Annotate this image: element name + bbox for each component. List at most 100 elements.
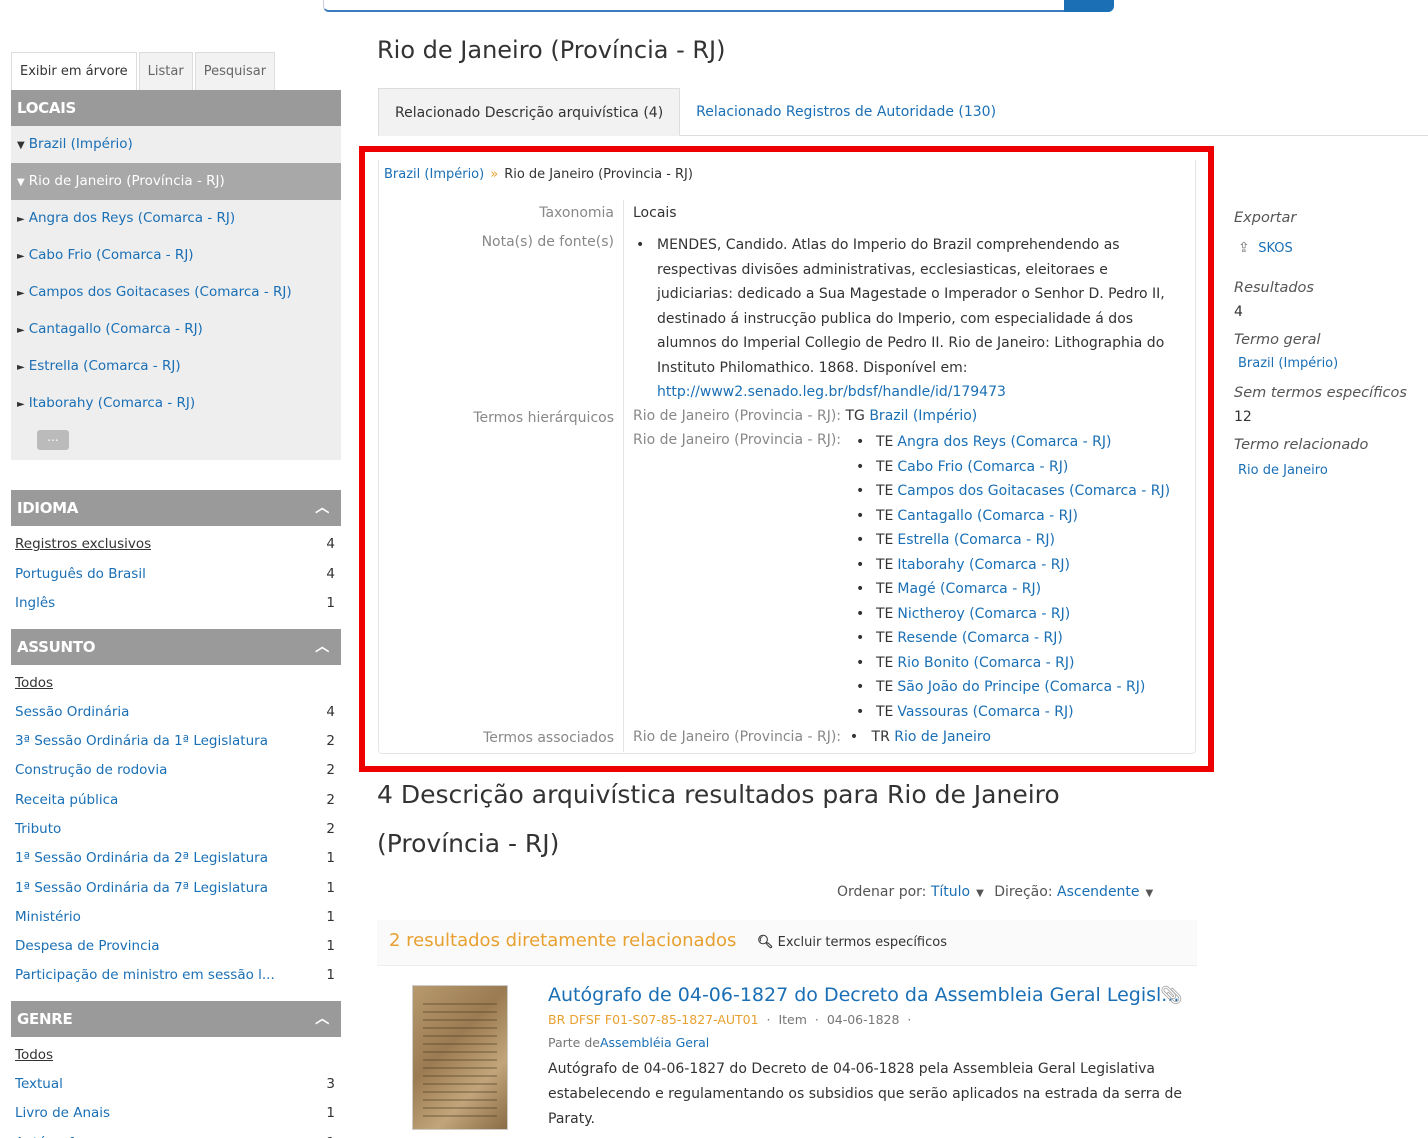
narrower-term-link[interactable]: Campos dos Goitacases (Comarca - RJ) (897, 483, 1170, 499)
tree-item[interactable]: ► Estrella (Comarca - RJ) (11, 348, 341, 385)
sort-bar: Ordenar por: Título ▼ Direção: Ascendente… (837, 884, 1159, 900)
facet-label[interactable]: Português do Brasil (15, 560, 146, 590)
tab-list[interactable]: Listar (138, 52, 193, 90)
narrower-term-link[interactable]: Estrella (Comarca - RJ) (897, 532, 1055, 548)
tree-item[interactable]: ► Campos dos Goitacases (Comarca - RJ) (11, 274, 341, 311)
skos-export[interactable]: ⇪ SKOS (1238, 240, 1424, 256)
facet-row[interactable]: Livro de Anais 1 (11, 1099, 341, 1128)
facet-label[interactable]: Inglês (15, 589, 55, 619)
hierarchy-te-subject: Rio de Janeiro (Provincia - RJ): (633, 432, 841, 448)
part-link[interactable]: Assembléia Geral (600, 1035, 709, 1050)
facet-label[interactable]: Ministério (15, 903, 81, 932)
record-title[interactable]: Autógrafo de 04-06-1827 do Decreto da As… (548, 984, 1179, 1006)
facet-label[interactable]: Autógrafo (15, 1129, 82, 1138)
note-link[interactable]: http://www2.senado.leg.br/bdsf/handle/id… (657, 384, 1006, 400)
narrower-term-link[interactable]: Rio Bonito (Comarca - RJ) (897, 655, 1074, 671)
facet-row[interactable]: 1ª Sessão Ordinária da 7ª Legislatura 1 (11, 874, 341, 903)
tree-item[interactable]: ► Cabo Frio (Comarca - RJ) (11, 237, 341, 274)
facet-label[interactable]: Despesa de Provincia (15, 932, 160, 961)
facet-row[interactable]: Inglês 1 (11, 589, 341, 619)
facet-row[interactable]: Participação de ministro em sessão l... 1 (11, 961, 341, 990)
search-button[interactable] (1064, 0, 1114, 12)
narrower-term-link[interactable]: Itaborahy (Comarca - RJ) (897, 557, 1070, 573)
facet-row[interactable]: Construção de rodovia 2 (11, 756, 341, 785)
facet-label[interactable]: Receita pública (15, 786, 118, 815)
sort-caret-icon[interactable]: ▼ (976, 888, 984, 899)
tree-item[interactable]: ► Itaborahy (Comarca - RJ) (11, 385, 341, 422)
tree-item[interactable]: ▼ Rio de Janeiro (Província - RJ) (11, 163, 341, 200)
direction-select[interactable]: Ascendente (1057, 884, 1140, 900)
exclude-narrower-button[interactable]: 🔍︎ Excluir termos específicos (757, 935, 947, 950)
facet-label[interactable]: Livro de Anais (15, 1099, 110, 1128)
tree-more-button[interactable]: ... (37, 430, 69, 450)
facet-row[interactable]: Todos (11, 669, 341, 698)
related-term-label: Termo relacionado (1234, 437, 1369, 453)
tree-item[interactable]: ▼ Brazil (Império) (11, 126, 341, 163)
collapsed-arrow-icon[interactable]: ► (17, 325, 25, 336)
tab-search[interactable]: Pesquisar (194, 52, 276, 90)
tree-item[interactable]: ► Angra dos Reys (Comarca - RJ) (11, 200, 341, 237)
facet-row[interactable]: Registros exclusivos 4 (11, 530, 341, 560)
facet-label[interactable]: 1ª Sessão Ordinária da 7ª Legislatura (15, 874, 268, 903)
collapsed-arrow-icon[interactable]: ► (17, 399, 25, 410)
facet-row[interactable]: 1ª Sessão Ordinária da 2ª Legislatura 1 (11, 844, 341, 873)
facet-label[interactable]: Participação de ministro em sessão l... (15, 961, 275, 990)
bullet: • (856, 679, 865, 695)
facet-label[interactable]: Todos (15, 1041, 53, 1070)
narrower-term-link[interactable]: São João do Principe (Comarca - RJ) (897, 679, 1145, 695)
collapsed-arrow-icon[interactable]: ► (17, 362, 25, 373)
narrower-term-link[interactable]: Nictheroy (Comarca - RJ) (897, 606, 1070, 622)
skos-link[interactable]: SKOS (1258, 241, 1293, 256)
direction-caret-icon[interactable]: ▼ (1146, 888, 1154, 899)
narrower-term-link[interactable]: Cabo Frio (Comarca - RJ) (897, 459, 1068, 475)
facet-label[interactable]: Todos (15, 669, 53, 698)
facet-header[interactable]: IDIOMA ︿ (11, 490, 341, 526)
facet-label[interactable]: Textual (15, 1070, 63, 1099)
facet-label[interactable]: Registros exclusivos (15, 530, 151, 560)
tree-item-label: Estrella (Comarca - RJ) (28, 358, 181, 374)
facet-row[interactable]: Autógrafo 1 (11, 1129, 341, 1138)
narrower-term-link[interactable]: Angra dos Reys (Comarca - RJ) (897, 434, 1111, 450)
facet-row[interactable]: Português do Brasil 4 (11, 560, 341, 590)
tr-link[interactable]: Rio de Janeiro (894, 729, 991, 745)
facet-label[interactable]: Tributo (15, 815, 61, 844)
taxonomy-value[interactable]: Locais (633, 205, 677, 221)
facet-row[interactable]: Despesa de Provincia 1 (11, 932, 341, 961)
tab-related-archival[interactable]: Relacionado Descrição arquivística (4) (378, 88, 681, 136)
facet-header[interactable]: ASSUNTO ︿ (11, 628, 341, 665)
record-thumbnail[interactable] (412, 985, 508, 1130)
breadcrumb-parent[interactable]: Brazil (Império) (384, 167, 484, 182)
narrower-term-link[interactable]: Cantagallo (Comarca - RJ) (897, 508, 1078, 524)
collapsed-arrow-icon[interactable]: ► (17, 251, 25, 262)
facet-row[interactable]: 3ª Sessão Ordinária da 1ª Legislatura 2 (11, 727, 341, 756)
tg-link[interactable]: Brazil (Império) (869, 408, 977, 424)
expanded-arrow-icon[interactable]: ▼ (17, 177, 25, 188)
narrower-term-link[interactable]: Vassouras (Comarca - RJ) (897, 704, 1073, 720)
facet-label[interactable]: Sessão Ordinária (15, 698, 129, 727)
general-term-link[interactable]: Brazil (Império) (1238, 356, 1338, 371)
collapsed-arrow-icon[interactable]: ► (17, 288, 25, 299)
search-bar[interactable] (323, 0, 1113, 12)
facet-header[interactable]: GENRE ︿ (11, 1000, 341, 1037)
facet-label[interactable]: 3ª Sessão Ordinária da 1ª Legislatura (15, 727, 268, 756)
collapse-caret-icon[interactable]: ︿ (315, 490, 329, 526)
collapsed-arrow-icon[interactable]: ► (17, 214, 25, 225)
facet-row[interactable]: Textual 3 (11, 1070, 341, 1099)
narrower-term-link[interactable]: Resende (Comarca - RJ) (897, 630, 1062, 646)
facet-label[interactable]: Construção de rodovia (15, 756, 167, 785)
narrower-term-link[interactable]: Magé (Comarca - RJ) (897, 581, 1041, 597)
related-term-link[interactable]: Rio de Janeiro (1238, 463, 1328, 478)
expanded-arrow-icon[interactable]: ▼ (17, 140, 25, 151)
collapse-caret-icon[interactable]: ︿ (315, 1001, 329, 1037)
facet-label[interactable]: 1ª Sessão Ordinária da 2ª Legislatura (15, 844, 268, 873)
tree-item[interactable]: ► Cantagallo (Comarca - RJ) (11, 311, 341, 348)
tab-related-authority[interactable]: Relacionado Registros de Autoridade (130… (680, 88, 1012, 136)
facet-row[interactable]: Sessão Ordinária 4 (11, 698, 341, 727)
sort-select[interactable]: Título (931, 884, 970, 900)
facet-row[interactable]: Receita pública 2 (11, 786, 341, 815)
facet-row[interactable]: Ministério 1 (11, 903, 341, 932)
tab-tree-view[interactable]: Exibir em árvore (11, 52, 137, 90)
facet-row[interactable]: Todos (11, 1041, 341, 1070)
collapse-caret-icon[interactable]: ︿ (315, 629, 329, 665)
facet-row[interactable]: Tributo 2 (11, 815, 341, 844)
